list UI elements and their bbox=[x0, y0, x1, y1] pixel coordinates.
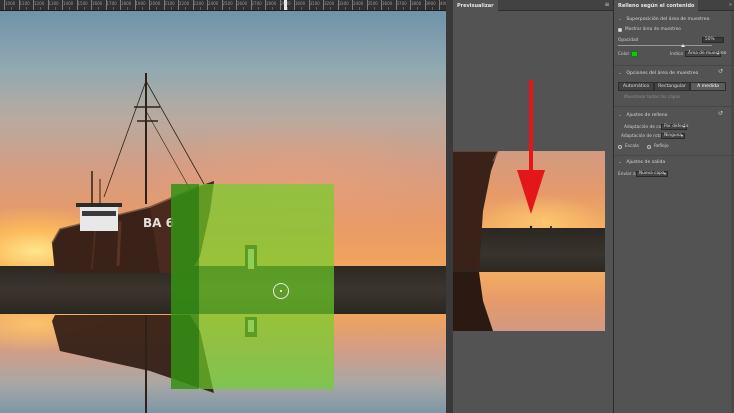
opacity-label: Opacidad bbox=[618, 38, 639, 43]
ruler-label: 1400 bbox=[63, 1, 74, 6]
sampling-section-header[interactable]: ⌄ Opciones del área de muestreo bbox=[618, 71, 698, 76]
ruler-label: 2700 bbox=[251, 1, 262, 6]
document-canvas[interactable]: 1000 1100 1200 1300 1400 1500 1600 1700 1800 1900… bbox=[0, 0, 446, 413]
menu-icon[interactable]: ≡ bbox=[604, 2, 610, 8]
brush-cursor-icon bbox=[273, 283, 289, 299]
output-dropdown[interactable]: Nueva capa ▾ bbox=[636, 171, 668, 177]
color-label: Color bbox=[618, 52, 630, 57]
reset-icon[interactable]: ↺ bbox=[717, 111, 724, 118]
sampling-area-edge bbox=[171, 184, 199, 389]
ruler-label: 1800 bbox=[121, 1, 132, 6]
show-sampling-checkbox[interactable] bbox=[618, 28, 622, 32]
ruler-label: 2800 bbox=[266, 1, 277, 6]
tab-content-aware-fill[interactable]: Relleno según el contenido bbox=[614, 0, 699, 11]
color-swatch[interactable] bbox=[631, 51, 638, 57]
ruler-label: 3700 bbox=[396, 1, 407, 6]
indicates-label: Indica bbox=[670, 52, 683, 57]
sampling-rectangular-button[interactable]: Rectangular bbox=[654, 82, 690, 91]
ruler-label: 1500 bbox=[77, 1, 88, 6]
ruler-label: 3000 bbox=[295, 1, 306, 6]
sampling-section-title: Opciones del área de muestreo bbox=[626, 71, 699, 76]
ruler-label: 2300 bbox=[193, 1, 204, 6]
red-arrow-annotation bbox=[517, 80, 545, 214]
props-header: Relleno según el contenido » bbox=[614, 0, 734, 11]
chevron-down-icon: ⌄ bbox=[618, 160, 622, 165]
ruler-label: 3800 bbox=[411, 1, 422, 6]
sample-all-layers-label: Muestrear todas las capas bbox=[624, 95, 681, 100]
preview-header: Previsualizar ≡ bbox=[453, 0, 613, 11]
ruler-label: 3200 bbox=[324, 1, 335, 6]
opacity-slider[interactable] bbox=[618, 45, 712, 46]
ruler-label: 1300 bbox=[48, 1, 59, 6]
show-sampling-label: Mostrar área de muestreo bbox=[625, 27, 681, 32]
rotation-adapt-value: Ninguna bbox=[664, 133, 682, 138]
indicates-value: Área de muestreo bbox=[688, 51, 727, 56]
indicates-dropdown[interactable]: Área de muestreo ▾ bbox=[685, 51, 726, 57]
collapse-icon[interactable]: » bbox=[729, 2, 732, 8]
output-value: Nueva capa bbox=[639, 171, 665, 176]
reset-icon[interactable]: ↺ bbox=[717, 69, 724, 76]
sampling-auto-button[interactable]: Automático bbox=[618, 82, 654, 91]
mirror-checkbox[interactable] bbox=[647, 145, 651, 149]
tab-preview[interactable]: Previsualizar bbox=[453, 0, 498, 11]
chevron-down-icon: ▾ bbox=[716, 51, 719, 56]
chevron-down-icon: ▾ bbox=[663, 171, 666, 176]
chevron-down-icon: ▾ bbox=[682, 124, 685, 129]
ruler-label: 3500 bbox=[367, 1, 378, 6]
chevron-down-icon: ⌄ bbox=[618, 17, 622, 22]
section-divider bbox=[614, 65, 734, 66]
ruler-label: 3900 bbox=[425, 1, 436, 6]
ruler-label: 1000 bbox=[5, 1, 16, 6]
svg-text:BA 6: BA 6 bbox=[143, 216, 174, 230]
chevron-down-icon: ⌄ bbox=[618, 71, 622, 76]
output-section-title: Ajustes de salida bbox=[626, 160, 666, 165]
ruler-label: 1100 bbox=[19, 1, 30, 6]
preview-bottom-area bbox=[453, 331, 605, 413]
ruler-label: 1600 bbox=[92, 1, 103, 6]
ship-photo[interactable]: BA 6 bbox=[0, 11, 446, 413]
ruler-label: 2100 bbox=[164, 1, 175, 6]
chevron-down-icon: ▾ bbox=[680, 133, 683, 138]
horizontal-ruler: 1000 1100 1200 1300 1400 1500 1600 1700 1800 1900… bbox=[0, 0, 446, 11]
opacity-slider-thumb[interactable] bbox=[681, 44, 685, 47]
ruler-label: 3300 bbox=[338, 1, 349, 6]
scale-checkbox[interactable] bbox=[618, 145, 622, 149]
scale-label: Escala bbox=[625, 144, 639, 149]
ruler-label: 2000 bbox=[150, 1, 161, 6]
ruler-label: 2600 bbox=[237, 1, 248, 6]
ruler-label: 2400 bbox=[208, 1, 219, 6]
ruler-label: 3600 bbox=[382, 1, 393, 6]
ruler-label: 1900 bbox=[135, 1, 146, 6]
overlay-section-title: Superposición del área de muestreo bbox=[626, 17, 710, 22]
mirror-label: Reflejo bbox=[654, 144, 669, 149]
content-aware-fill-panel: Relleno según el contenido » ⌄ Superposi… bbox=[613, 0, 734, 413]
ruler-label: 1200 bbox=[34, 1, 45, 6]
chevron-down-icon: ⌄ bbox=[618, 113, 622, 118]
ruler-label: 1700 bbox=[106, 1, 117, 6]
ruler-label: 3400 bbox=[353, 1, 364, 6]
output-section-header[interactable]: ⌄ Ajustes de salida bbox=[618, 160, 665, 165]
color-adapt-dropdown[interactable]: Por defecto ▾ bbox=[661, 124, 688, 130]
section-divider bbox=[614, 106, 734, 107]
opacity-field[interactable]: 50% bbox=[702, 37, 724, 43]
overlay-section-header[interactable]: ⌄ Superposición del área de muestreo bbox=[618, 17, 709, 22]
ruler-label: 2200 bbox=[179, 1, 190, 6]
ruler-label: 3100 bbox=[309, 1, 320, 6]
fill-section-title: Ajustes de relleno bbox=[626, 113, 668, 118]
fill-section-header[interactable]: ⌄ Ajustes de relleno bbox=[618, 113, 667, 118]
ruler-cursor-marker bbox=[284, 0, 287, 10]
ruler-label: 2500 bbox=[222, 1, 233, 6]
section-divider bbox=[614, 155, 734, 156]
output-label: Enviar a bbox=[618, 172, 636, 177]
sampling-custom-button[interactable]: A medida bbox=[690, 82, 726, 91]
rotation-adapt-dropdown[interactable]: Ninguna ▾ bbox=[661, 133, 685, 139]
